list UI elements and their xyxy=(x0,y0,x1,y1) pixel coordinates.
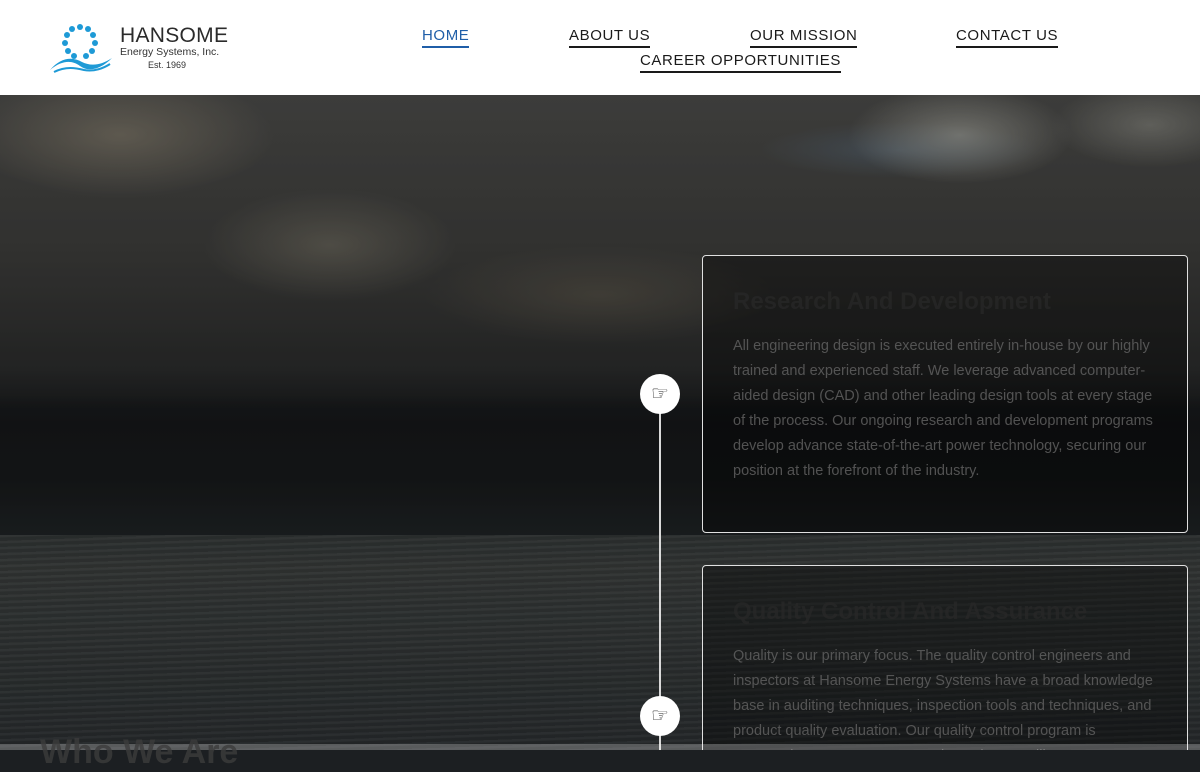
nav-about-us[interactable]: ABOUT US xyxy=(569,27,651,48)
logo-established: Est. 1969 xyxy=(148,60,187,70)
card-title: Quality Control And Assurance xyxy=(733,598,1088,625)
pointing-hand-icon: ☞ xyxy=(651,705,669,727)
hero-section: ☞ ☞ Research And Development All enginee… xyxy=(0,95,1200,750)
card-title: Research And Development xyxy=(733,288,1051,315)
card-body: Quality is our primary focus. The qualit… xyxy=(733,648,1153,750)
nav-career-opportunities[interactable]: CAREER OPPORTUNITIES xyxy=(640,52,841,73)
logo-name: HANSOME xyxy=(120,24,229,47)
logo-subtitle: Energy Systems, Inc. xyxy=(120,46,220,58)
pointing-hand-icon: ☞ xyxy=(651,383,669,405)
nav-our-mission[interactable]: OUR MISSION xyxy=(750,27,858,48)
timeline-node-2[interactable]: ☞ xyxy=(640,696,680,736)
logo-emblem-icon xyxy=(50,24,112,73)
nav-home[interactable]: HOME xyxy=(422,27,470,48)
section-heading: Who We Are xyxy=(40,733,239,771)
timeline-card-research: Research And Development All engineering… xyxy=(702,255,1188,533)
site-header: HANSOME Energy Systems, Inc. Est. 1969 H… xyxy=(0,0,1200,95)
nav-contact-us[interactable]: CONTACT US xyxy=(956,27,1059,48)
company-logo[interactable]: HANSOME Energy Systems, Inc. Est. 1969 xyxy=(50,22,230,74)
timeline-card-quality: Quality Control And Assurance Quality is… xyxy=(702,565,1188,750)
timeline-node-1[interactable]: ☞ xyxy=(640,374,680,414)
card-body: All engineering design is executed entir… xyxy=(733,338,1153,479)
